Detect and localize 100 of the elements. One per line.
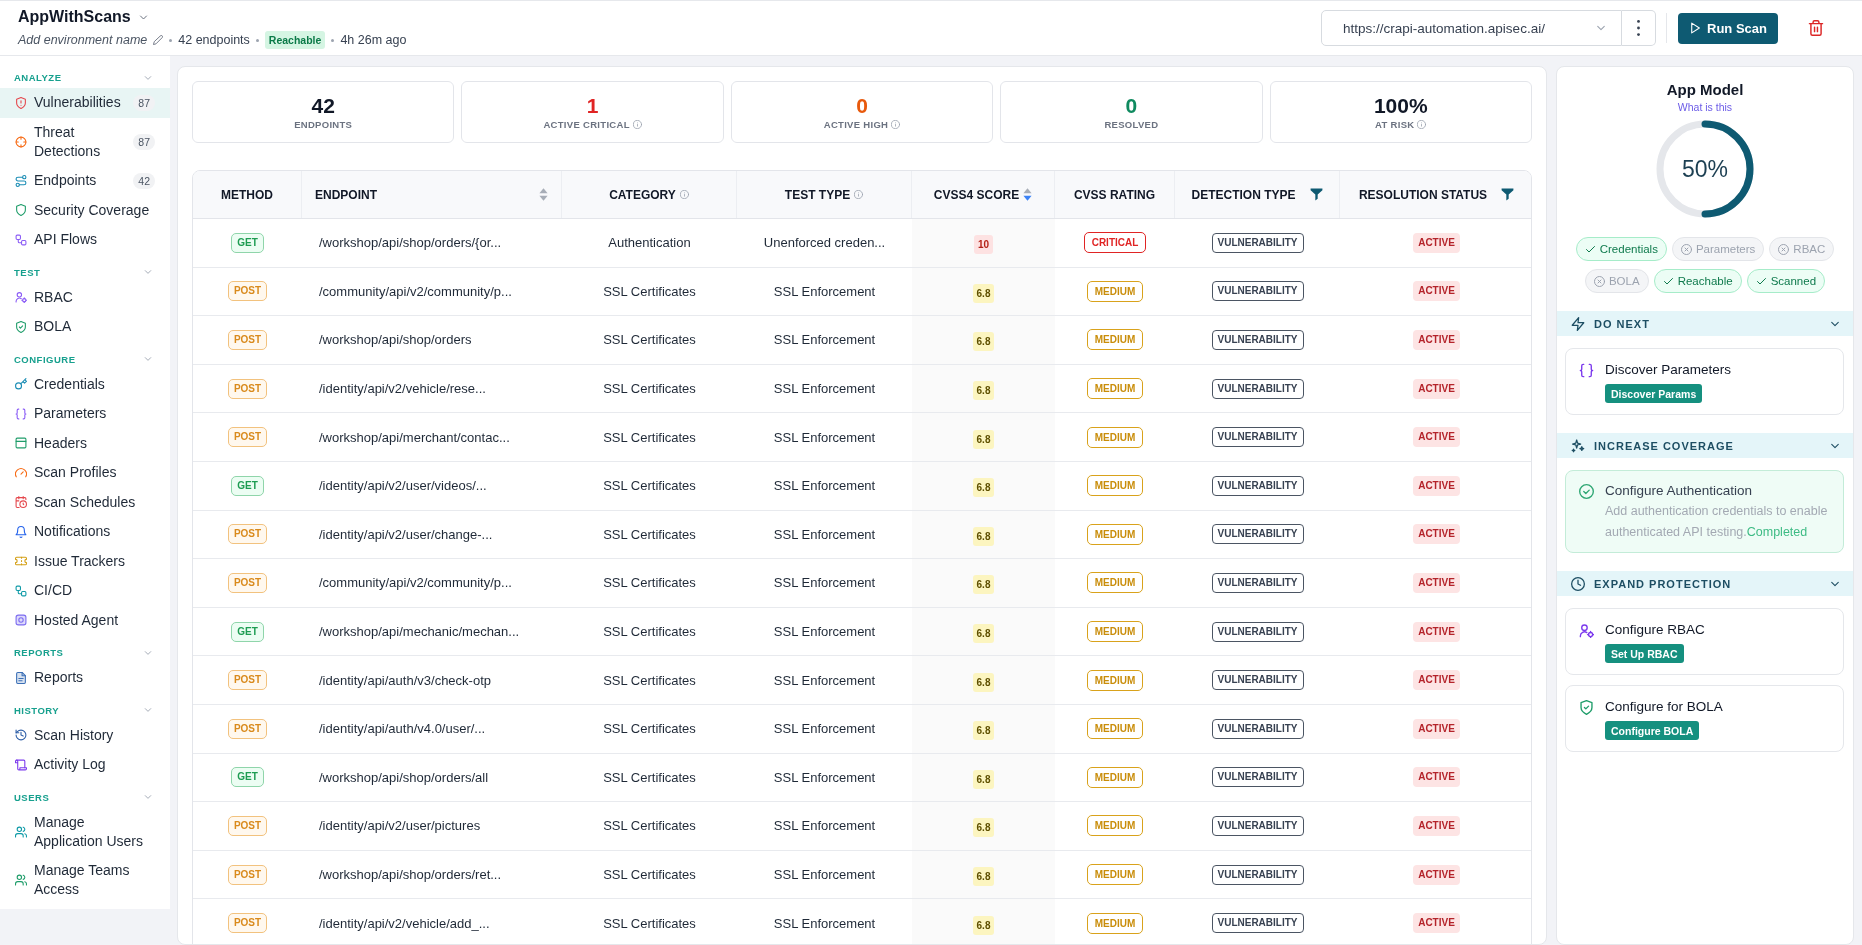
- test-type-text: SSL Enforcement: [773, 624, 876, 640]
- test-type-text: SSL Enforcement: [773, 818, 876, 834]
- task-description: Add authentication credentials to enable authenticated API testing.Completed: [1605, 503, 1829, 541]
- section-title: DO NEXT: [1594, 317, 1651, 330]
- sidebar-item[interactable]: API Flows: [0, 225, 170, 255]
- method-badge: POST: [227, 524, 268, 545]
- lightning-icon: [1571, 316, 1585, 331]
- chip-label: RBAC: [1793, 243, 1826, 255]
- filter-icon[interactable]: [1309, 188, 1323, 201]
- sidebar-item[interactable]: Activity Log: [0, 750, 170, 780]
- category-text: SSL Certificates: [603, 381, 696, 397]
- sidebar-item[interactable]: Hosted Agent: [0, 605, 170, 635]
- sidebar-item[interactable]: RBAC: [0, 282, 170, 312]
- info-icon[interactable]: [1417, 120, 1427, 129]
- status-badge: ACTIVE: [1413, 864, 1460, 885]
- category-text: SSL Certificates: [603, 526, 696, 542]
- rating-badge: MEDIUM: [1086, 912, 1144, 934]
- detection-type-badge: VULNERABILITY: [1211, 718, 1304, 739]
- info-icon[interactable]: [854, 190, 864, 199]
- chip-label: Scanned: [1770, 275, 1817, 287]
- sidebar-item[interactable]: Parameters: [0, 399, 170, 429]
- sidebar-item[interactable]: Vulnerabilities 87: [0, 88, 170, 118]
- test-type-text: SSL Enforcement: [773, 721, 876, 737]
- sidebar-item[interactable]: CI/CD: [0, 576, 170, 606]
- chip-label: BOLA: [1608, 275, 1640, 287]
- column-header: RESOLUTION STATUS: [1358, 187, 1488, 202]
- test-type-text: SSL Enforcement: [773, 575, 876, 591]
- sidebar-item[interactable]: Issue Trackers: [0, 546, 170, 576]
- detection-type-badge: VULNERABILITY: [1211, 572, 1304, 593]
- category-text: SSL Certificates: [603, 818, 696, 834]
- x-circle-icon: [1593, 275, 1605, 287]
- section-header[interactable]: INCREASE COVERAGE: [1557, 433, 1853, 458]
- sort-icon[interactable]: [539, 188, 548, 201]
- category-text: SSL Certificates: [603, 283, 696, 299]
- score-badge: 6.8: [972, 915, 995, 935]
- sidebar-item[interactable]: Notifications: [0, 517, 170, 547]
- section-header[interactable]: EXPAND PROTECTION: [1557, 571, 1853, 596]
- sidebar-item[interactable]: Scan Profiles: [0, 458, 170, 488]
- section-label: CONFIGURE: [14, 352, 76, 367]
- test-type-text: SSL Enforcement: [773, 769, 876, 785]
- endpoint-path: /identity/api/auth/v3/check-otp: [319, 672, 491, 688]
- method-badge: POST: [227, 281, 268, 302]
- endpoint-path: /workshop/api/mechanic/mechan...: [319, 624, 520, 640]
- info-icon[interactable]: [679, 190, 689, 199]
- x-circle-icon: [1778, 243, 1790, 255]
- rating-badge: MEDIUM: [1086, 572, 1144, 594]
- sidebar-item[interactable]: Credentials: [0, 369, 170, 399]
- users-icon: [15, 825, 27, 838]
- sidebar-item[interactable]: Security Coverage: [0, 195, 170, 225]
- info-icon[interactable]: [632, 120, 642, 129]
- detection-type-badge: VULNERABILITY: [1211, 864, 1304, 885]
- action-button[interactable]: Configure BOLA: [1605, 721, 1700, 740]
- pencil-icon[interactable]: [153, 35, 164, 45]
- rating-badge: MEDIUM: [1086, 669, 1144, 691]
- test-type-text: SSL Enforcement: [773, 915, 876, 931]
- section-header[interactable]: DO NEXT: [1557, 311, 1853, 336]
- more-button[interactable]: [1622, 10, 1657, 46]
- shield-alert-icon: [15, 96, 27, 109]
- detection-type-badge: VULNERABILITY: [1211, 524, 1304, 545]
- status-badge: ACTIVE: [1413, 475, 1460, 496]
- sidebar-item[interactable]: Scan History: [0, 720, 170, 750]
- sidebar-item[interactable]: Manage Application Users: [0, 807, 170, 856]
- column-header: DETECTION TYPE: [1191, 187, 1296, 202]
- sidebar-item[interactable]: BOLA: [0, 312, 170, 342]
- endpoint-path: /workshop/api/shop/orders/all: [319, 769, 489, 785]
- status-badge: ACTIVE: [1413, 767, 1460, 788]
- action-button[interactable]: Discover Params: [1605, 384, 1703, 403]
- detection-type-badge: VULNERABILITY: [1211, 621, 1304, 642]
- stat-value: 42: [311, 93, 335, 118]
- endpoint-path: /identity/api/auth/v4.0/user/...: [319, 721, 486, 737]
- column-header[interactable]: CVSS4 SCORE: [933, 187, 1020, 202]
- sidebar-item[interactable]: Endpoints 42: [0, 166, 170, 196]
- action-button[interactable]: Set Up RBAC: [1605, 644, 1684, 663]
- sidebar-item[interactable]: Manage Teams Access: [0, 856, 170, 905]
- sidebar-item[interactable]: Threat Detections 87: [0, 117, 170, 166]
- score-badge: 6.8: [972, 381, 995, 401]
- sidebar-item[interactable]: Reports: [0, 663, 170, 693]
- sidebar-item[interactable]: Scan Schedules: [0, 487, 170, 517]
- environment-name[interactable]: Add environment name: [18, 32, 148, 48]
- stat-value: 0: [856, 93, 868, 118]
- route-icon: [15, 174, 27, 187]
- sort-icon[interactable]: [1023, 188, 1033, 201]
- what-is-this-link[interactable]: What is this: [1677, 100, 1733, 114]
- run-scan-button[interactable]: Run Scan: [1678, 12, 1778, 44]
- sidebar-item[interactable]: Headers: [0, 428, 170, 458]
- status-badge: ACTIVE: [1413, 718, 1460, 739]
- section-label: TEST: [14, 265, 41, 280]
- column-header[interactable]: ENDPOINT: [315, 187, 377, 202]
- stat-value: 0: [1125, 93, 1138, 118]
- trash-icon[interactable]: [1808, 20, 1824, 36]
- detection-type-badge: VULNERABILITY: [1211, 670, 1304, 691]
- category-text: SSL Certificates: [603, 769, 696, 785]
- info-icon[interactable]: [891, 120, 901, 129]
- rating-badge: MEDIUM: [1086, 426, 1144, 448]
- shield-icon: [15, 204, 27, 217]
- column-header: CVSS RATING: [1073, 187, 1156, 202]
- check-icon: [1584, 243, 1596, 255]
- shield-check-icon: [15, 320, 27, 333]
- url-select[interactable]: https://crapi-automation.apisec.ai/: [1321, 10, 1623, 46]
- filter-icon[interactable]: [1501, 188, 1515, 201]
